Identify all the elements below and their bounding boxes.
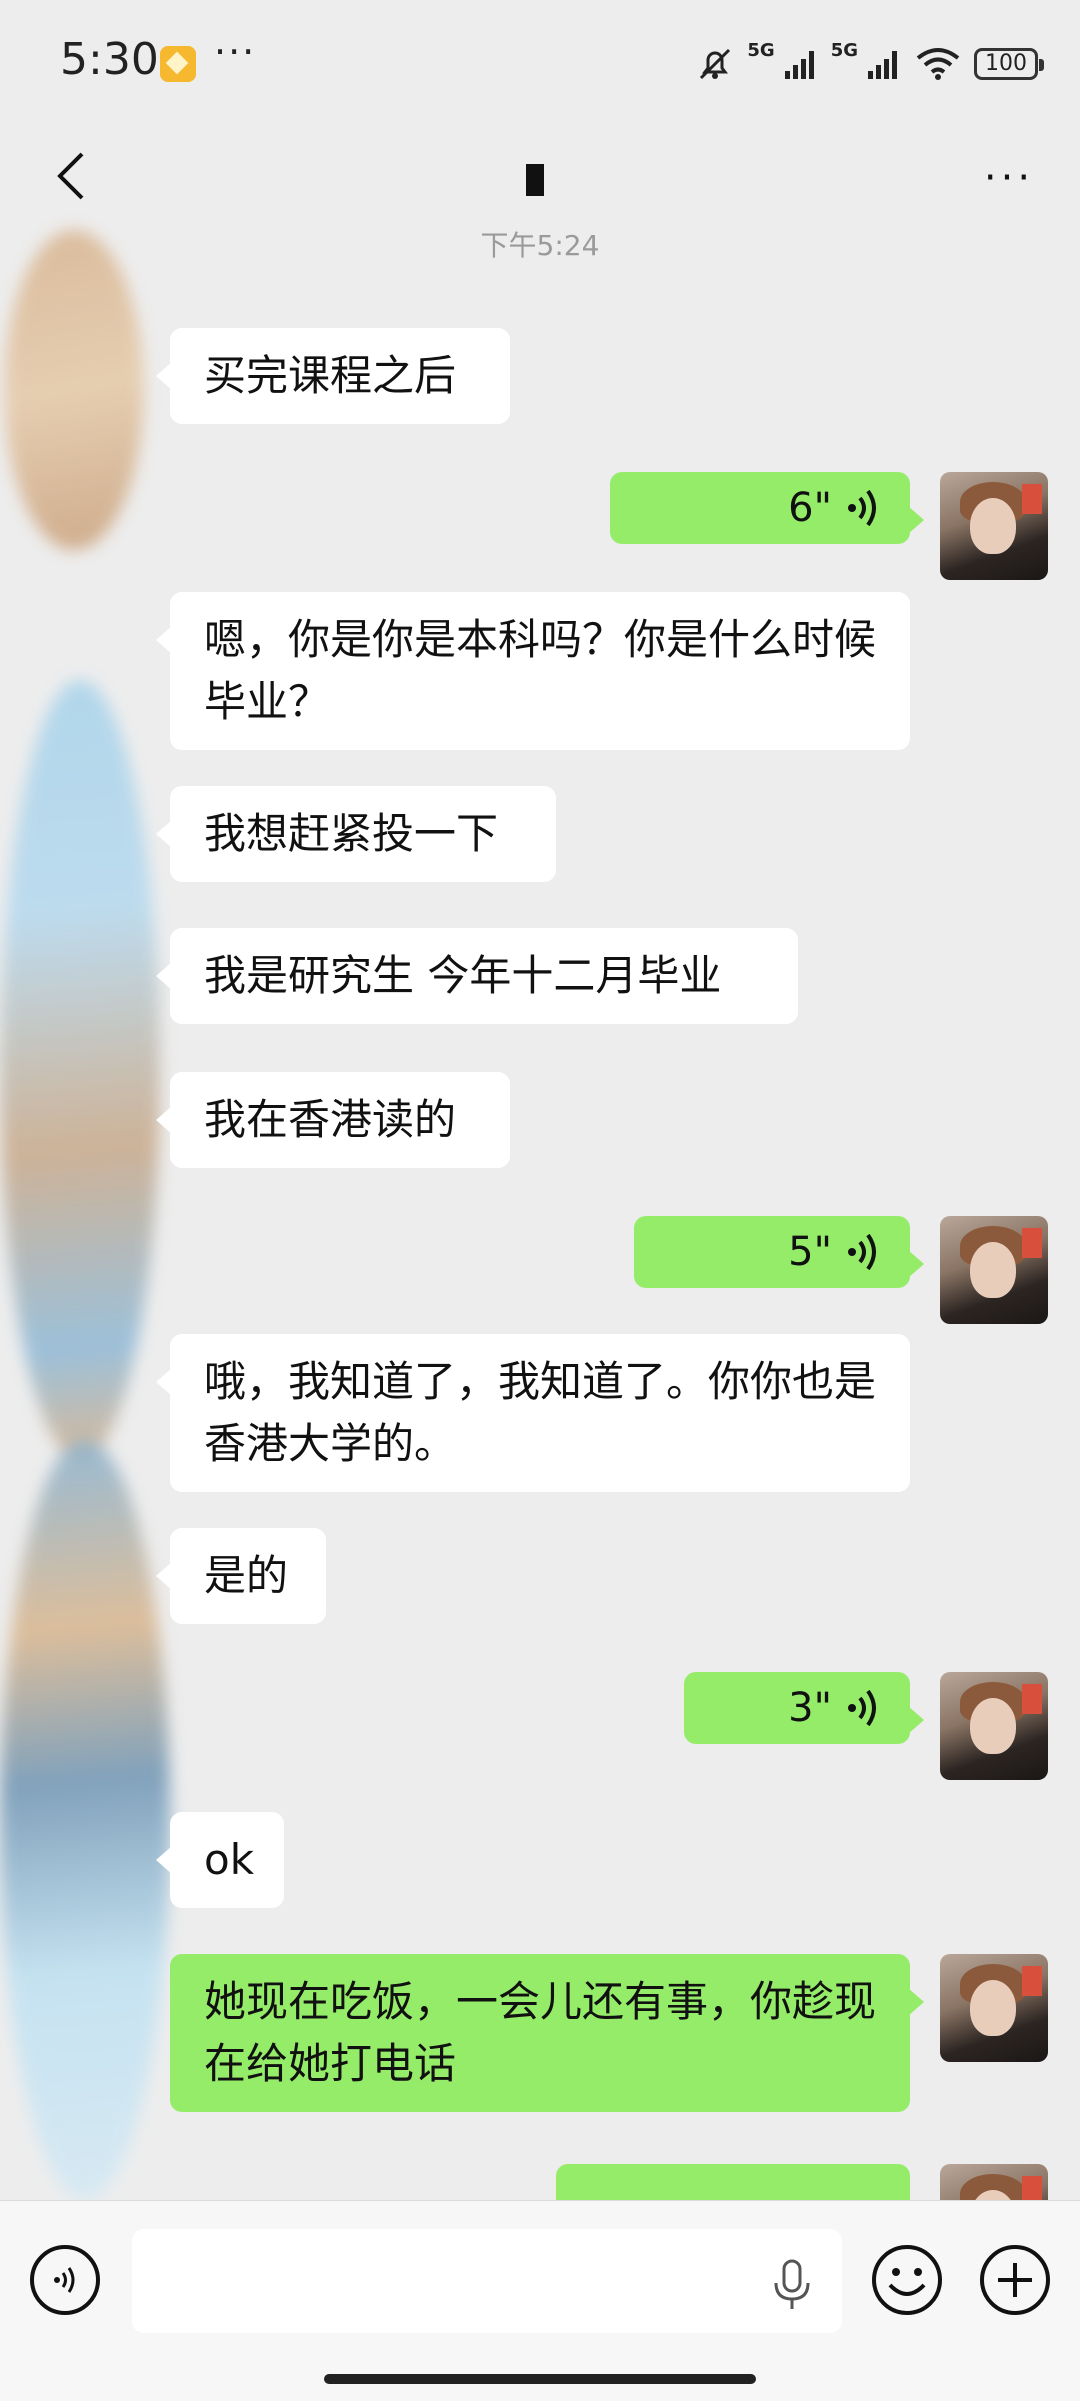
notification-app-icon (160, 46, 196, 82)
more-options-button[interactable]: ··· (974, 148, 1044, 208)
message-text: 是的 (204, 1551, 289, 1600)
incoming-message[interactable]: 哦，我知道了，我知道了。你你也是香港大学的。 (156, 1334, 910, 1492)
home-indicator[interactable] (324, 2374, 756, 2384)
user-avatar[interactable] (940, 1954, 1048, 2062)
message-text: 买完课程之后 (204, 351, 457, 400)
voice-wave-icon (848, 1233, 876, 1271)
voice-wave-icon (848, 1689, 876, 1727)
voice-wave-icon (848, 489, 876, 527)
microphone-icon[interactable] (770, 2257, 814, 2313)
voice-toggle-button[interactable] (30, 2245, 100, 2315)
outgoing-voice-message[interactable]: 5" (634, 1216, 924, 1288)
incoming-message[interactable]: ok (156, 1812, 284, 1908)
message-text: 我在香港读的 (204, 1095, 457, 1144)
voice-duration: 5" (788, 1229, 832, 1275)
status-right-group: 5G 5G 100 (695, 40, 1044, 88)
message-timestamp: 下午5:24 (480, 229, 600, 262)
chat-title (526, 164, 544, 196)
incoming-message[interactable]: 是的 (156, 1528, 326, 1624)
message-text: 我是研究生 今年十二月毕业 (204, 951, 722, 1000)
incoming-message[interactable]: 我想赶紧投一下 (156, 786, 556, 882)
incoming-message[interactable]: 我在香港读的 (156, 1072, 510, 1168)
status-time: 5:30 (60, 34, 159, 85)
signal-icon (868, 51, 897, 79)
status-bar: 5:30 ··· 5G 5G 100 (0, 0, 1080, 126)
voice-duration: 6" (788, 485, 832, 531)
message-text: 我想赶紧投一下 (204, 809, 499, 858)
user-avatar[interactable] (940, 472, 1048, 580)
voice-duration: 3" (788, 1685, 832, 1731)
input-bar (0, 2200, 1080, 2401)
status-more-icon: ··· (214, 30, 257, 74)
incoming-message[interactable]: 买完课程之后 (156, 328, 510, 424)
outgoing-voice-message[interactable]: 6" (610, 472, 924, 544)
plus-icon[interactable] (978, 2243, 1052, 2317)
signal-icon (784, 51, 814, 79)
network-label-2: 5G (830, 40, 858, 61)
user-avatar[interactable] (940, 1672, 1048, 1780)
contact-avatar[interactable] (4, 230, 144, 550)
message-text: ok (204, 1835, 255, 1884)
network-label-1: 5G (747, 40, 775, 61)
message-list[interactable]: 下午5:24 买完课程之后 6" 嗯，你是你是本科吗？你是什么时候毕业？ 我想赶… (0, 210, 1080, 2200)
voice-toggle-icon (54, 2267, 75, 2293)
wifi-icon (916, 48, 960, 80)
message-text: 嗯，你是你是本科吗？你是什么时候毕业？ (204, 615, 877, 726)
user-avatar[interactable] (940, 1216, 1048, 1324)
message-text: 她现在吃饭，一会儿还有事，你趁现在给她打电话 (204, 1977, 877, 2088)
incoming-message[interactable]: 我是研究生 今年十二月毕业 (156, 928, 798, 1024)
outgoing-voice-message[interactable]: 3" (684, 1672, 924, 1744)
message-input[interactable] (132, 2229, 842, 2333)
user-avatar[interactable] (940, 2164, 1048, 2200)
emoji-icon[interactable] (870, 2243, 944, 2317)
contact-avatar[interactable] (0, 1440, 170, 2200)
outgoing-message-partial[interactable] (556, 2164, 924, 2200)
battery-icon: 100 (974, 48, 1044, 80)
message-text: 哦，我知道了，我知道了。你你也是香港大学的。 (204, 1357, 877, 1468)
contact-avatar[interactable] (0, 680, 160, 1460)
outgoing-message[interactable]: 她现在吃饭，一会儿还有事，你趁现在给她打电话 (170, 1954, 924, 2112)
back-button[interactable] (40, 144, 104, 208)
mute-bell-icon (700, 48, 731, 80)
incoming-message[interactable]: 嗯，你是你是本科吗？你是什么时候毕业？ (156, 592, 910, 750)
chevron-left-icon (57, 152, 84, 200)
